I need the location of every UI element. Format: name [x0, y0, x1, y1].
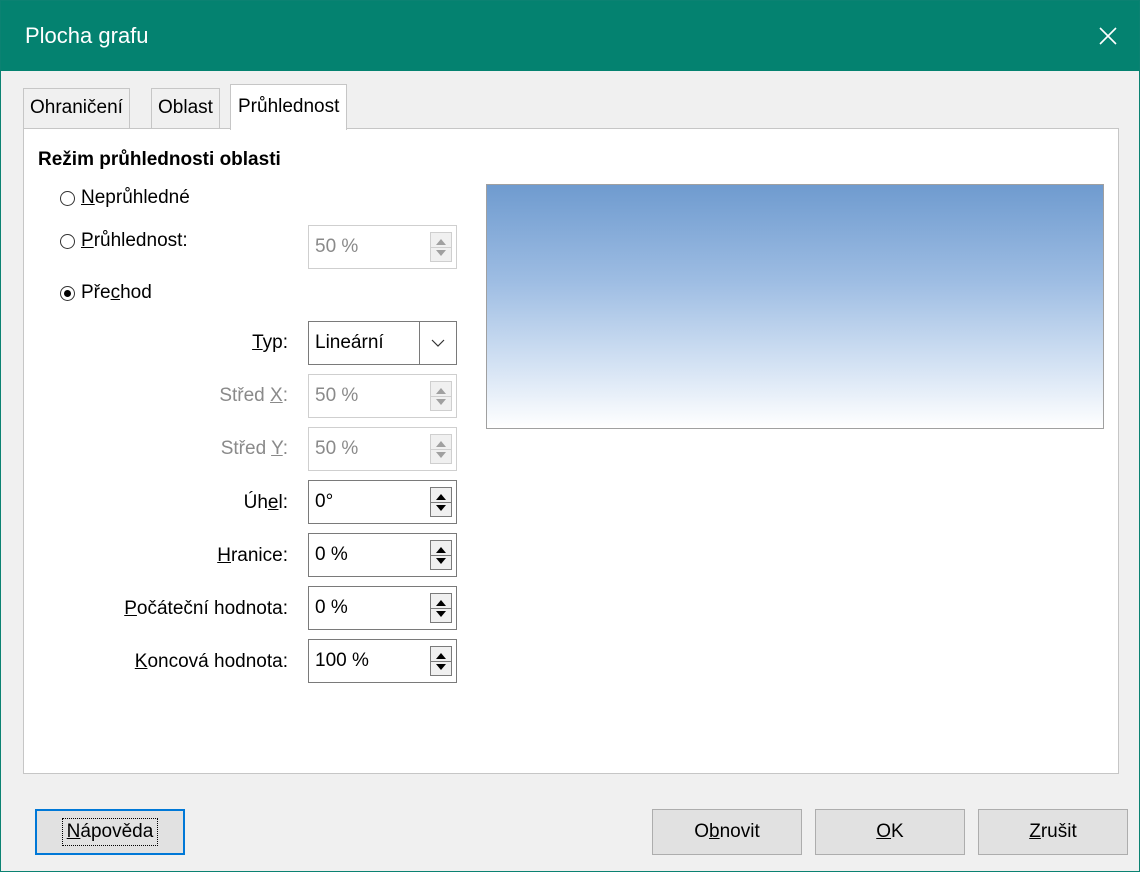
angle-value: 0°: [315, 491, 334, 512]
section-title: Režim průhlednosti oblasti: [38, 149, 281, 170]
spin-arrows[interactable]: [430, 646, 452, 676]
tab-panel: Režim průhlednosti oblasti Neprůhledné P…: [23, 128, 1119, 774]
start-value-label: Počáteční hodnota:: [124, 598, 288, 619]
transparency-value: 50 %: [315, 236, 359, 257]
arrow-up-icon: [436, 388, 446, 394]
center-y-label: Střed Y:: [220, 438, 288, 459]
center-x-value: 50 %: [315, 385, 359, 406]
radio-gradient-label: Přechod: [81, 282, 152, 303]
cancel-button[interactable]: Zrušit: [978, 809, 1128, 855]
tab-borders[interactable]: Ohraničení: [23, 88, 130, 128]
radio-gradient[interactable]: Přechod: [60, 282, 152, 304]
radio-circle[interactable]: [60, 285, 75, 301]
spin-arrows[interactable]: [430, 232, 452, 262]
arrow-down-icon: [436, 505, 446, 511]
tab-transparency[interactable]: Průhlednost: [230, 84, 348, 130]
help-button-label: Nápověda: [61, 818, 159, 846]
arrow-up-icon: [436, 441, 446, 447]
angle-label: Úhel:: [243, 492, 288, 513]
dropdown-button[interactable]: [419, 322, 456, 364]
end-value-label: Koncová hodnota:: [134, 651, 288, 672]
reset-button-label: Obnovit: [694, 821, 760, 842]
type-select[interactable]: Lineární: [308, 321, 457, 365]
radio-transparency-label: Průhlednost:: [81, 230, 188, 251]
center-y-spinbox[interactable]: 50 %: [308, 427, 457, 471]
spin-arrows[interactable]: [430, 381, 452, 411]
arrow-up-icon: [436, 547, 446, 553]
spin-arrows[interactable]: [430, 434, 452, 464]
tab-area[interactable]: Oblast: [151, 88, 220, 128]
type-label: Typ:: [252, 332, 288, 353]
ok-button-label: OK: [876, 821, 904, 842]
type-value: Lineární: [315, 332, 384, 353]
dialog-title: Plocha grafu: [25, 23, 149, 48]
dialog-window: Plocha grafu Ohraničení Oblast Průhledno…: [0, 0, 1140, 872]
radio-opaque[interactable]: Neprůhledné: [60, 187, 190, 209]
close-button[interactable]: [1077, 1, 1139, 71]
center-x-label: Střed X:: [219, 385, 288, 406]
ok-button[interactable]: OK: [815, 809, 965, 855]
border-spinbox[interactable]: 0 %: [308, 533, 457, 577]
spin-arrows[interactable]: [430, 540, 452, 570]
arrow-up-icon: [436, 600, 446, 606]
border-value: 0 %: [315, 544, 348, 565]
arrow-down-icon: [436, 611, 446, 617]
gradient-preview: [486, 184, 1104, 429]
radio-circle[interactable]: [60, 190, 75, 206]
arrow-down-icon: [436, 250, 446, 256]
help-button[interactable]: Nápověda: [35, 809, 185, 855]
end-value-value: 100 %: [315, 650, 369, 671]
spin-arrows[interactable]: [430, 487, 452, 517]
reset-button[interactable]: Obnovit: [652, 809, 802, 855]
chevron-down-icon: [431, 339, 445, 347]
radio-opaque-label: Neprůhledné: [81, 187, 190, 208]
arrow-down-icon: [436, 558, 446, 564]
arrow-down-icon: [436, 399, 446, 405]
arrow-up-icon: [436, 239, 446, 245]
title-bar: Plocha grafu: [1, 1, 1139, 71]
end-value-spinbox[interactable]: 100 %: [308, 639, 457, 683]
start-value-value: 0 %: [315, 597, 348, 618]
border-label: Hranice:: [217, 545, 288, 566]
close-icon: [1099, 27, 1117, 45]
arrow-up-icon: [436, 653, 446, 659]
center-y-value: 50 %: [315, 438, 359, 459]
spin-arrows[interactable]: [430, 593, 452, 623]
arrow-down-icon: [436, 664, 446, 670]
angle-spinbox[interactable]: 0°: [308, 480, 457, 524]
cancel-button-label: Zrušit: [1029, 821, 1077, 842]
radio-circle[interactable]: [60, 233, 75, 249]
arrow-up-icon: [436, 494, 446, 500]
start-value-spinbox[interactable]: 0 %: [308, 586, 457, 630]
center-x-spinbox[interactable]: 50 %: [308, 374, 457, 418]
radio-transparency[interactable]: Průhlednost:: [60, 230, 188, 252]
arrow-down-icon: [436, 452, 446, 458]
transparency-spinbox[interactable]: 50 %: [308, 225, 457, 269]
